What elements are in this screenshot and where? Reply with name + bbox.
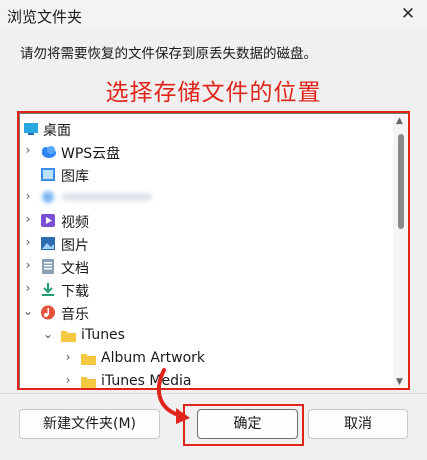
chevron-right-icon[interactable]: › xyxy=(22,212,34,226)
tree-item-gallery[interactable]: 图库 xyxy=(20,163,392,186)
tree-item-label: 图库 xyxy=(61,169,89,185)
chevron-right-icon[interactable]: › xyxy=(62,350,74,364)
tree-item-videos[interactable]: › 视频 xyxy=(20,209,392,232)
new-folder-button[interactable]: 新建文件夹(M) xyxy=(19,409,160,439)
tree-item-label: 图片 xyxy=(61,238,89,254)
tree-item-desktop[interactable]: 桌面 xyxy=(20,117,392,140)
gallery-icon xyxy=(40,167,56,182)
scroll-down-icon[interactable]: ▼ xyxy=(396,377,403,387)
folder-icon xyxy=(80,351,96,366)
tree-item-wps-cloud[interactable]: › WPS云盘 xyxy=(20,140,392,163)
tree-item-label: 下载 xyxy=(61,284,89,300)
chevron-right-icon[interactable]: › xyxy=(22,258,34,272)
folder-tree[interactable]: 桌面 › WPS云盘 图库 › › 视频 › 图片 › 文档 › 下载 ⌄ 音乐… xyxy=(19,113,410,390)
close-icon[interactable]: ✕ xyxy=(395,2,421,26)
description-text: 请勿将需要恢复的文件保存到原丢失数据的磁盘。 xyxy=(20,46,317,62)
scrollbar-thumb[interactable] xyxy=(398,134,404,229)
tree-item-label: 文档 xyxy=(61,261,89,277)
blurred-item-icon xyxy=(40,190,56,205)
tree-item-label: 音乐 xyxy=(61,307,89,323)
window-title: 浏览文件夹 xyxy=(7,8,83,26)
tree-item-blurred[interactable]: › xyxy=(20,186,392,209)
tree-item-label: 视频 xyxy=(61,215,89,231)
chevron-right-icon[interactable]: › xyxy=(22,281,34,295)
tree-item-label: Album Artwork xyxy=(101,350,206,366)
tree-item-downloads[interactable]: › 下载 xyxy=(20,278,392,301)
tree-item-label: iTunes xyxy=(81,327,125,343)
video-icon xyxy=(40,213,56,228)
divider xyxy=(0,393,427,394)
documents-icon xyxy=(40,259,56,274)
tree-item-label: iTunes Media xyxy=(101,373,192,389)
annotation-text: 选择存储文件的位置 xyxy=(105,80,322,106)
blurred-label xyxy=(62,193,152,201)
chevron-right-icon[interactable]: › xyxy=(62,373,74,387)
tree-item-label: WPS云盘 xyxy=(61,146,121,162)
chevron-right-icon[interactable]: › xyxy=(22,235,34,249)
tree-item-album-artwork[interactable]: › Album Artwork xyxy=(20,347,392,370)
tree-item-itunes[interactable]: ⌄ iTunes xyxy=(20,324,392,347)
tree-item-itunes-media[interactable]: › iTunes Media xyxy=(20,370,392,389)
music-icon xyxy=(40,305,56,320)
ok-button[interactable]: 确定 xyxy=(197,409,298,439)
chevron-down-icon[interactable]: ⌄ xyxy=(22,304,34,318)
cloud-icon xyxy=(40,144,56,159)
chevron-right-icon[interactable]: › xyxy=(22,143,34,157)
chevron-down-icon[interactable]: ⌄ xyxy=(42,327,54,341)
title-bar: 浏览文件夹 ✕ xyxy=(0,0,427,30)
chevron-right-icon[interactable]: › xyxy=(22,189,34,203)
desktop-icon xyxy=(23,121,39,136)
cancel-button[interactable]: 取消 xyxy=(308,409,408,439)
folder-icon xyxy=(80,374,96,389)
tree-item-pictures[interactable]: › 图片 xyxy=(20,232,392,255)
vertical-scrollbar[interactable]: ▲ ▼ xyxy=(393,114,409,389)
folder-icon xyxy=(60,328,76,343)
tree-item-label: 桌面 xyxy=(43,123,71,139)
download-icon xyxy=(40,282,56,297)
tree-item-documents[interactable]: › 文档 xyxy=(20,255,392,278)
scroll-up-icon[interactable]: ▲ xyxy=(396,116,403,126)
tree-item-music[interactable]: ⌄ 音乐 xyxy=(20,301,392,324)
pictures-icon xyxy=(40,236,56,251)
